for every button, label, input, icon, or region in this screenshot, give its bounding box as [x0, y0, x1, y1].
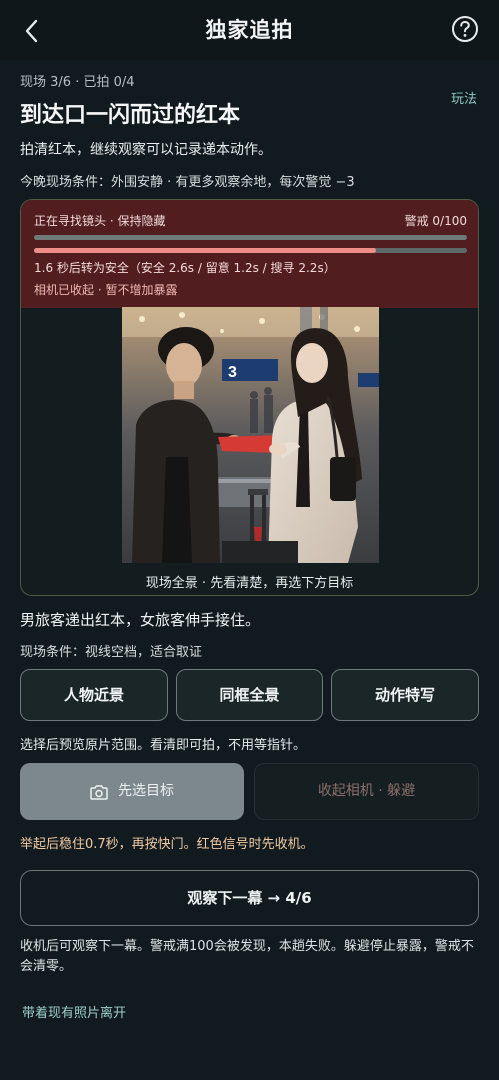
scene-progress: 现场 3/6 · 已拍 0/4 [20, 71, 135, 90]
next-scene-button[interactable]: 观察下一幕 → 4/6 [20, 870, 479, 926]
target-person-closeup-button[interactable]: 人物近景 [20, 669, 168, 721]
camera-status: 相机已收起 · 暂不增加暴露 [34, 283, 178, 297]
alert-panel: 正在寻找镜头 · 保持隐藏 警戒 0/100 1.6 秒后转为安全（安全 2.6… [21, 200, 478, 308]
rules-explanation: 收机后可观察下一幕。警戒满100会被发现，本趟失败。躲避停止暴露，警戒不会清零。 [20, 939, 474, 974]
target-options: 人物近景 同框全景 动作特写 [20, 669, 479, 721]
camera-icon [90, 784, 108, 800]
scene-counter: 现场 3/6 [20, 75, 72, 90]
scene-description: 拍清红本，继续观察可以记录递本动作。 [20, 142, 272, 158]
alert-level-label: 警戒 0/100 [404, 214, 467, 228]
target-action-closeup-button[interactable]: 动作特写 [331, 669, 479, 721]
scene-card: 正在寻找镜头 · 保持隐藏 警戒 0/100 1.6 秒后转为安全（安全 2.6… [20, 199, 479, 596]
page-title: 独家追拍 [205, 18, 294, 42]
action-description: 男旅客递出红本，女旅客伸手接住。 [20, 611, 261, 629]
alert-status: 正在寻找镜头 · 保持隐藏 [34, 214, 166, 228]
scene-conditions: 今晚现场条件：外围安静 · 有更多观察余地，每次警觉 −3 [20, 175, 355, 190]
scene-title: 到达口一闪而过的红本 [20, 103, 241, 128]
shoot-button-label: 先选目标 [118, 783, 174, 799]
shoot-button[interactable]: 先选目标 [20, 763, 244, 820]
photo-caption: 现场全景 · 先看清楚，再选下方目标 [145, 576, 354, 591]
app-screen: 独家追拍 现场 3/6 · 已拍 0/4 玩法 到达口一闪而过的红本 拍清红本，… [0, 0, 499, 1080]
scene-photo: 3 [122, 307, 379, 563]
preview-hint: 选择后预览原片范围。看清即可拍，不用等指针。 [20, 738, 307, 753]
alert-level-bar [34, 235, 467, 240]
safe-timer-bar [34, 248, 467, 253]
meta-separator: · [75, 75, 80, 90]
safe-timer-fill [34, 248, 377, 253]
airport-scene-illustration: 3 [122, 307, 379, 563]
rules-link[interactable]: 玩法 [451, 88, 477, 107]
svg-text:3: 3 [228, 364, 237, 381]
top-bar: 独家追拍 [0, 0, 499, 60]
safe-timer-text: 1.6 秒后转为安全（安全 2.6s / 留意 1.2s / 搜寻 2.2s） [34, 261, 336, 275]
hide-camera-button[interactable]: 收起相机 · 躲避 [254, 763, 479, 820]
question-circle-icon [452, 16, 478, 42]
stabilize-hint: 举起后稳住0.7秒，再按快门。红色信号时先收机。 [20, 837, 314, 852]
leave-with-photos-link[interactable]: 带着现有照片离开 [22, 1002, 126, 1021]
shot-counter: 已拍 0/4 [83, 75, 135, 90]
help-button[interactable] [449, 13, 481, 45]
action-conditions: 现场条件：视线空档，适合取证 [20, 645, 203, 660]
target-same-frame-button[interactable]: 同框全景 [176, 669, 323, 721]
